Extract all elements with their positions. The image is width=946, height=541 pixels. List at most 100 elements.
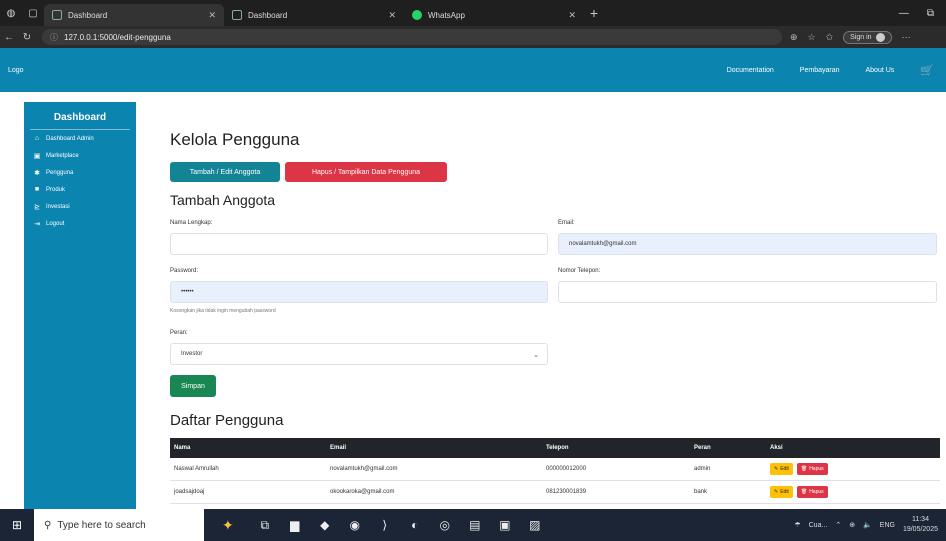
minimize-icon[interactable]: — [899, 8, 909, 19]
cell-name: Naswal Amrullah [174, 466, 219, 472]
delete-label: Hapus [809, 489, 824, 495]
address-actions: ⊕ ☆ ✩ Sign in ⋯ [790, 30, 911, 44]
browser-tab-1[interactable]: Dashboard ✕ [44, 4, 224, 26]
app-icon[interactable]: ◆ [310, 518, 340, 532]
delete-label: Hapus [809, 466, 824, 472]
more-icon[interactable]: ⋯ [902, 32, 911, 43]
cart-icon[interactable]: 🛒 [920, 64, 934, 77]
sidebar-item-produk[interactable]: ■ Produk [24, 181, 136, 198]
site-info-icon[interactable]: ⓘ [50, 32, 58, 43]
tab-title: WhatsApp [428, 10, 465, 20]
users-table: Nama Email Telepon Peran Aksi Naswal Amr… [170, 438, 940, 504]
url-field[interactable]: ⓘ 127.0.0.1:5000/edit-pengguna [42, 29, 782, 45]
column-header-nama: Nama [174, 445, 191, 451]
page-icon [52, 10, 62, 20]
phone-field[interactable] [558, 281, 937, 303]
cell-name: joadsajdoaj [174, 489, 205, 495]
browser-tab-3[interactable]: WhatsApp ✕ [404, 4, 584, 26]
taskbar-search[interactable]: ⚲ Type here to search [34, 509, 204, 541]
users-icon: ✱ [34, 169, 40, 177]
browser-tab-2[interactable]: Dashboard ✕ [224, 4, 404, 26]
delete-button[interactable]: 🗑 Hapus [796, 486, 828, 498]
column-header-aksi: Aksi [770, 445, 783, 451]
edit-label: Edit [780, 466, 789, 472]
password-hint: Kosongkan jika tidak ingin mengubah pass… [170, 308, 276, 314]
close-icon[interactable]: ✕ [388, 10, 396, 21]
cell-role: bank [694, 489, 708, 495]
favorite-icon[interactable]: ☆ [808, 32, 816, 43]
chevron-down-icon: ⌄ [533, 352, 539, 359]
weather-icon[interactable]: ☂ [794, 521, 800, 529]
tab-title: Dashboard [248, 10, 288, 20]
trash-icon: 🗑 [800, 466, 808, 472]
system-tray: ☂ Cua... ⌃ ⊕ 🔈 ENG 11:34 19/05/2025 [794, 515, 946, 535]
logo[interactable]: Logo [8, 67, 24, 74]
back-icon[interactable]: ← [0, 32, 18, 43]
avatar [875, 32, 885, 42]
delete-button[interactable]: 🗑 Hapus [796, 463, 828, 475]
sidebar-item-label: Marketplace [46, 152, 79, 159]
edge-icon[interactable]: ◐ [400, 518, 430, 532]
language-label[interactable]: ENG [880, 522, 895, 529]
time: 11:34 [911, 516, 929, 523]
password-field[interactable]: •••••• [170, 281, 548, 303]
date: 19/05/2025 [902, 526, 938, 533]
vscode-icon[interactable]: ⟩ [370, 518, 400, 532]
phone-label: Nomor Telepon: [558, 268, 601, 274]
chrome-icon[interactable]: ◉ [340, 518, 370, 532]
sidebar-item-label: Pengguna [46, 169, 74, 176]
sidebar-item-logout[interactable]: ⇥ Logout [24, 215, 136, 232]
save-button[interactable]: Simpan [170, 375, 216, 397]
nav-link-pembayaran[interactable]: Pembayaran [800, 67, 840, 74]
nav-link-about[interactable]: About Us [866, 67, 895, 74]
tray-app-label[interactable]: Cua... [809, 522, 828, 529]
role-select-value: Investor [181, 351, 203, 357]
close-icon[interactable]: ✕ [208, 10, 216, 21]
network-icon[interactable]: ⊕ [849, 521, 855, 529]
sidebar-item-marketplace[interactable]: ▣ Marketplace [24, 147, 136, 164]
reload-icon[interactable]: ↻ [18, 32, 36, 43]
favorites-bar-icon[interactable]: ✩ [826, 32, 834, 43]
close-icon[interactable]: ✕ [568, 10, 576, 21]
whatsapp-icon [412, 10, 422, 20]
app-icon[interactable]: ▤ [460, 518, 490, 532]
delete-user-button[interactable]: Hapus / Tampilkan Data Pengguna [285, 162, 447, 182]
email-label: Email: [558, 220, 575, 226]
windows-start-icon[interactable]: ⊞ [0, 518, 34, 532]
email-field[interactable]: novalamtukh@gmail.com [558, 233, 937, 255]
file-explorer-icon[interactable]: ▆ [280, 518, 310, 532]
trash-icon: 🗑 [800, 489, 808, 495]
sidebar-item-label: Dashboard Admin [46, 135, 94, 142]
search-icon: ⚲ [44, 519, 52, 531]
chart-icon: ⊵ [34, 203, 40, 211]
add-member-button[interactable]: Tambah / Edit Anggota [170, 162, 280, 182]
form-title: Tambah Anggota [170, 192, 276, 208]
app-icon[interactable]: ▣ [490, 518, 520, 532]
zoom-icon[interactable]: ⊕ [790, 32, 798, 43]
nav-link-documentation[interactable]: Documentation [727, 67, 774, 74]
clock[interactable]: 11:34 19/05/2025 [903, 515, 938, 535]
tab-actions-icon[interactable]: ▢ [22, 8, 44, 19]
name-field[interactable] [170, 233, 548, 255]
role-select[interactable]: Investor ⌄ [170, 343, 548, 365]
edit-button[interactable]: ✎ Edit [770, 486, 793, 498]
maximize-icon[interactable]: ⧉ [927, 8, 934, 19]
chevron-up-icon[interactable]: ⌃ [835, 521, 841, 529]
store-icon: ▣ [33, 152, 41, 160]
new-tab-button[interactable]: + [584, 5, 604, 21]
task-view-icon[interactable]: ⧉ [250, 518, 280, 533]
photos-icon[interactable]: ▨ [520, 518, 550, 532]
home-icon: ⌂ [34, 135, 40, 142]
box-icon: ■ [34, 186, 40, 193]
role-label: Peran: [170, 330, 188, 336]
edit-button[interactable]: ✎ Edit [770, 463, 793, 475]
sidebar-item-dashboard-admin[interactable]: ⌂ Dashboard Admin [24, 130, 136, 147]
browser-profile-icon[interactable]: ◍ [0, 8, 22, 19]
sign-in-button[interactable]: Sign in [843, 30, 892, 44]
copilot-icon[interactable]: ✦ [222, 517, 234, 534]
volume-icon[interactable]: 🔈 [863, 521, 872, 529]
browser-icon[interactable]: ◎ [430, 518, 460, 532]
sidebar-item-investasi[interactable]: ⊵ Investasi [24, 198, 136, 215]
table-header: Nama Email Telepon Peran Aksi [170, 438, 940, 458]
sidebar-item-pengguna[interactable]: ✱ Pengguna [24, 164, 136, 181]
